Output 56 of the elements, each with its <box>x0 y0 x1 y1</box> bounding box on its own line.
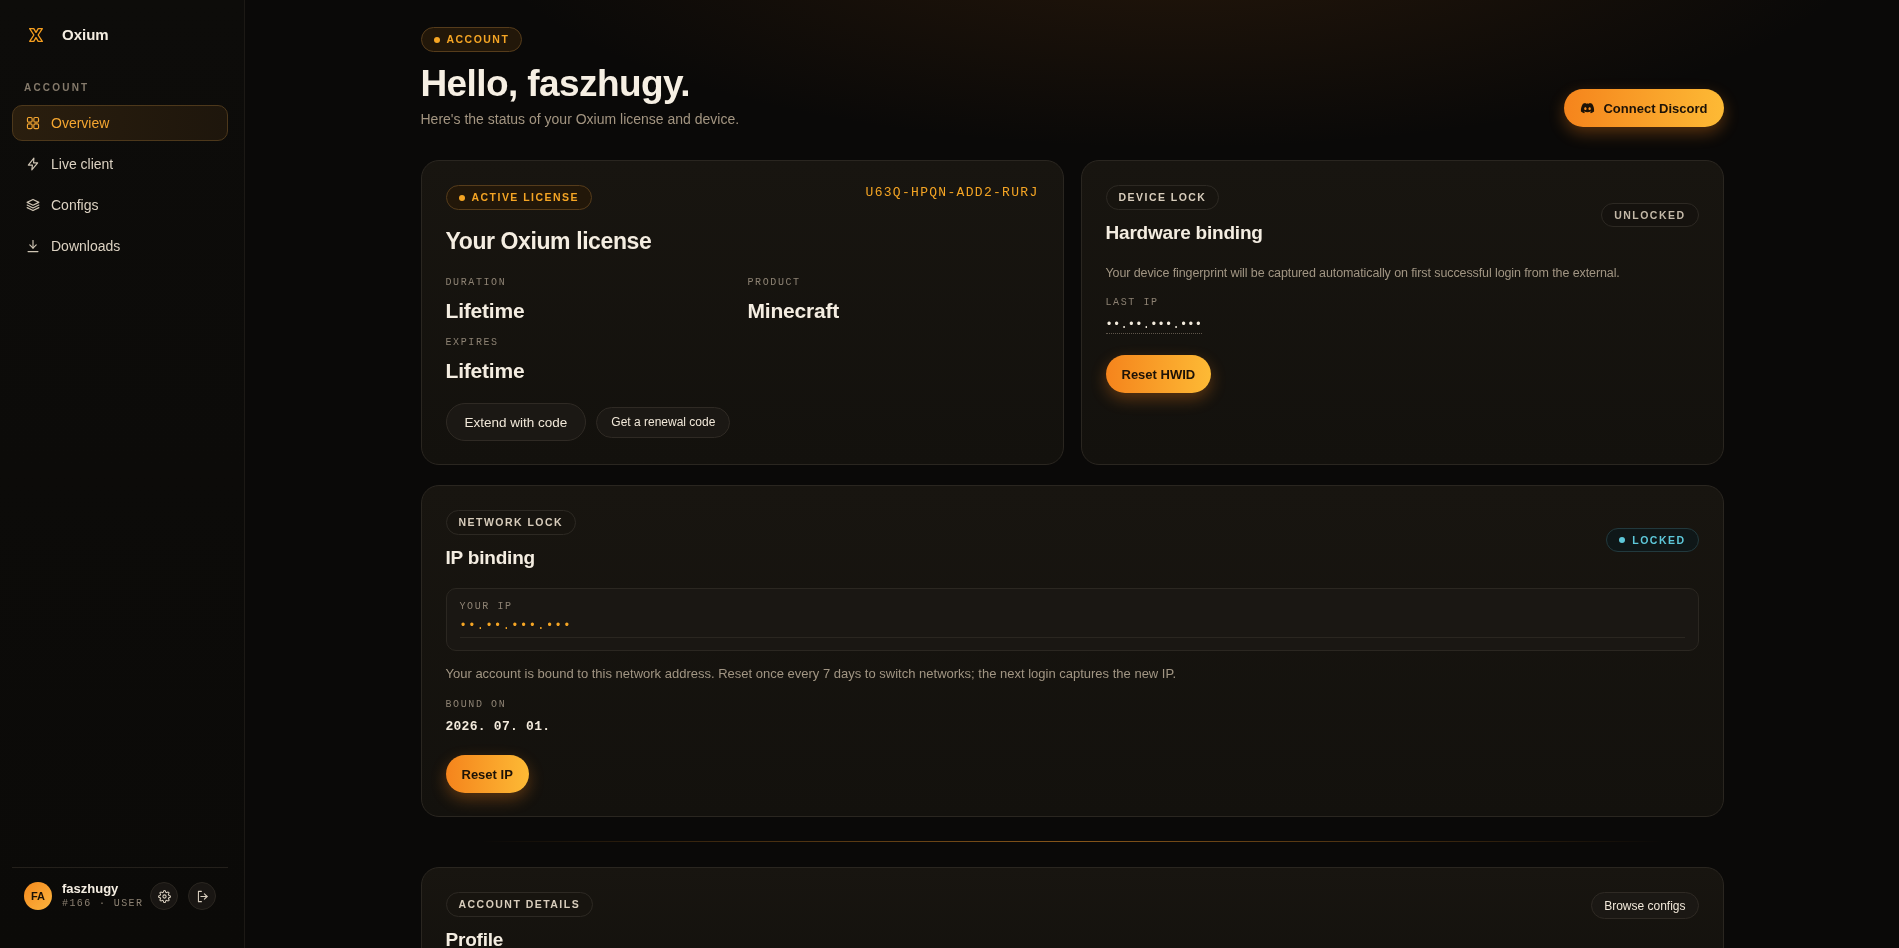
section-label: DEVICE LOCK <box>1118 192 1207 203</box>
extend-code-button[interactable]: Extend with code <box>445 403 587 441</box>
bound-date-text: 2026. 07. 01. <box>445 719 551 735</box>
field-label: LAST IP <box>1105 296 1159 310</box>
reset-ip-button[interactable]: Reset IP <box>445 755 529 793</box>
grid-icon <box>26 116 40 130</box>
card-title: Your Oxium license <box>445 227 652 256</box>
field-label: BOUND ON <box>445 698 507 712</box>
renewal-code-button[interactable]: Get a renewal code <box>596 406 731 438</box>
section-label: ACCOUNT <box>446 34 510 45</box>
logo-icon <box>28 27 44 43</box>
section-label: NETWORK LOCK <box>458 517 564 528</box>
logout-icon <box>195 889 209 903</box>
gamepad-icon <box>1580 100 1596 116</box>
reset-hwid-button[interactable]: Reset HWID <box>1105 355 1212 393</box>
user-role: #166 · USER <box>62 897 144 911</box>
card-title: Hardware binding <box>1105 221 1263 245</box>
section-label: ACTIVE LICENSE <box>471 192 579 203</box>
browse-configs-button[interactable]: Browse configs <box>1591 892 1699 919</box>
card-title: Profile <box>445 928 504 948</box>
nav-item[interactable]: Downloads <box>12 228 228 264</box>
card-description: Your account is bound to this network address. Reset once every 7 days to switch networks; the next login captures the new IP. <box>445 665 1178 683</box>
section-heading: ACCOUNT <box>24 82 90 94</box>
lightning-icon <box>26 157 40 171</box>
field-value: Minecraft <box>747 298 840 324</box>
nav-item[interactable]: Live client <box>12 146 228 182</box>
nav-item[interactable]: Configs <box>12 187 228 223</box>
masked-ip-text: ••.••.•••.••• <box>1105 318 1203 334</box>
status-text: LOCKED <box>1632 534 1686 546</box>
nav-item[interactable]: Overview <box>12 105 228 141</box>
field-value: Lifetime <box>445 358 525 384</box>
page-title: Hello, faszhugy. <box>420 63 690 105</box>
card-title: IP binding <box>445 546 535 570</box>
license-key: U63Q-HPQN-ADD2-RURJ <box>865 185 1039 201</box>
field-label: DURATION <box>445 276 507 290</box>
logout-button[interactable] <box>188 882 216 910</box>
user-avatar: FA <box>24 882 52 910</box>
field-label: YOUR IP <box>459 600 513 614</box>
layers-icon <box>26 198 40 212</box>
status-text: UNLOCKED <box>1614 209 1686 221</box>
status-dot-icon <box>458 194 465 201</box>
masked-ip-text: ••.••.•••.••• <box>459 618 572 634</box>
card-description: Your device fingerprint will be captured automatically on first successful login from the external. <box>1105 265 1621 282</box>
section-label: ACCOUNT DETAILS <box>458 899 581 910</box>
settings-button[interactable] <box>150 882 178 910</box>
field-label: EXPIRES <box>445 336 499 350</box>
connect-button[interactable]: Connect Discord <box>1564 89 1724 127</box>
status-dot-icon <box>1619 537 1626 543</box>
field-label: PRODUCT <box>747 276 801 290</box>
settings-icon <box>157 889 171 903</box>
page-subtitle: Here's the status of your Oxium license and device. <box>420 110 740 128</box>
brand-name: Oxium <box>62 25 109 45</box>
field-value: Lifetime <box>445 298 525 324</box>
user-name: faszhugy <box>62 881 119 897</box>
download-icon <box>26 239 40 253</box>
status-dot-icon <box>433 36 440 43</box>
